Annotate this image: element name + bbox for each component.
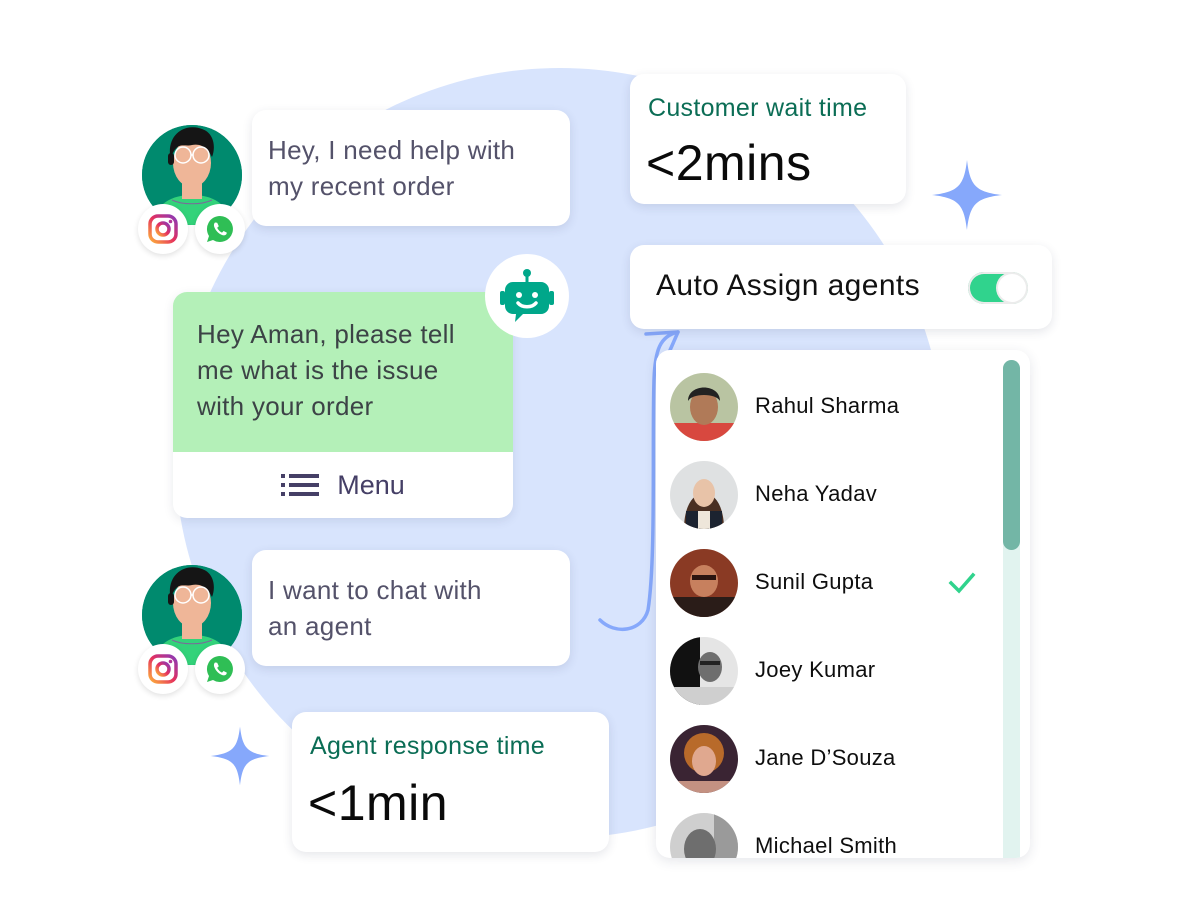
metric-label: Customer wait time [648,94,868,122]
instagram-badge [138,204,188,254]
message-line: I want to chat with [268,575,482,605]
scrollbar-thumb[interactable] [1003,360,1020,550]
agent-name: Sunil Gupta [755,569,874,594]
agent-name: Rahul Sharma [755,393,900,418]
check-icon [948,572,976,594]
auto-assign-label: Auto Assign agents [656,269,921,302]
agent-avatar [670,813,738,858]
sparkle-icon [932,160,1002,230]
bot-message-bubble: Hey Aman, please tell me what is the iss… [173,292,513,518]
toggle-knob [998,274,1026,302]
chatbot-icon [500,269,554,322]
menu-button[interactable]: Menu [173,452,513,518]
instagram-icon [148,654,178,684]
agent-avatar [670,461,738,529]
agent-name: Joey Kumar [755,657,876,682]
message-line: me what is the issue [197,355,439,385]
agent-name: Michael Smith [755,833,898,858]
message-line: my recent order [268,171,455,201]
instagram-badge [138,644,188,694]
bot-avatar [485,254,569,338]
whatsapp-icon [206,215,233,242]
customer-wait-time-card: Customer wait time <2mins [630,74,906,204]
agent-avatar [670,549,738,617]
agent-row[interactable]: Sunil Gupta [656,539,986,627]
agent-row[interactable]: Jane D’Souza [656,715,986,803]
agent-row[interactable]: Rahul Sharma [656,363,986,451]
agent-avatar [670,725,738,793]
list-menu-icon [281,474,320,496]
agent-name: Neha Yadav [755,481,878,506]
whatsapp-badge [195,644,245,694]
metric-label: Agent response time [310,732,545,760]
metric-value: <1min [308,775,449,831]
customer-message-bubble: Hey, I need help with my recent order [252,110,570,226]
agent-response-time-card: Agent response time <1min [292,712,609,852]
message-line: Hey Aman, please tell [197,319,455,349]
message-line: an agent [268,611,372,641]
auto-assign-toggle[interactable] [968,272,1028,304]
agents-scrollbar[interactable] [1003,360,1020,858]
agent-row[interactable]: Michael Smith [656,803,986,858]
message-line: Hey, I need help with [268,135,516,165]
whatsapp-icon [206,655,233,682]
agent-row[interactable]: Joey Kumar [656,627,986,715]
agent-avatar [670,373,738,441]
metric-value: <2mins [646,135,812,191]
instagram-icon [148,214,178,244]
agent-avatar [670,637,738,705]
agent-row[interactable]: Neha Yadav [656,451,986,539]
menu-label: Menu [337,469,405,500]
agent-name: Jane D’Souza [755,745,896,770]
message-line: with your order [197,391,374,421]
customer-message-bubble: I want to chat with an agent [252,550,570,666]
agents-list: Rahul Sharma Neha Yadav Sunil Gupta Joey… [656,350,1030,858]
whatsapp-badge [195,204,245,254]
sparkle-icon [210,726,270,786]
